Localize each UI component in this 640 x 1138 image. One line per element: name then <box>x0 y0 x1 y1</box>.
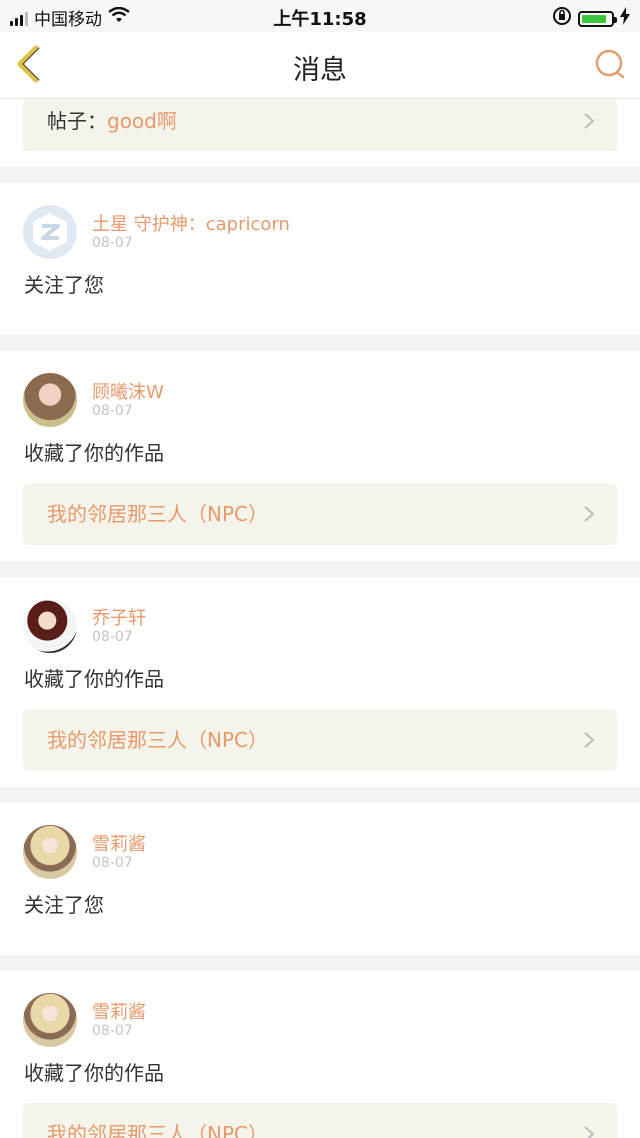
chevron-right-icon <box>584 1126 595 1138</box>
user-avatar[interactable] <box>23 599 77 653</box>
work-link[interactable]: 我的邻居那三人（NPC） <box>23 1103 617 1138</box>
message-card: 顾曦沫W 08-07 收藏了你的作品 我的邻居那三人（NPC） <box>0 351 640 561</box>
message-card: 乔子轩 08-07 收藏了你的作品 我的邻居那三人（NPC） <box>0 577 640 787</box>
work-link[interactable]: 我的邻居那三人（NPC） <box>23 709 617 771</box>
message-card: 帖子：good啊 <box>0 99 640 167</box>
message-date: 08-07 <box>92 855 133 871</box>
user-name[interactable]: 雪莉酱 <box>92 830 146 856</box>
nav-bar: 消息 <box>0 32 640 99</box>
chevron-right-icon <box>584 732 595 748</box>
action-text: 关注了您 <box>24 273 104 297</box>
post-link[interactable]: 帖子：good啊 <box>23 99 617 151</box>
message-date: 08-07 <box>92 1023 133 1039</box>
work-link[interactable]: 我的邻居那三人（NPC） <box>23 483 617 545</box>
search-icon <box>595 49 625 79</box>
action-text: 收藏了你的作品 <box>24 1061 164 1085</box>
message-date: 08-07 <box>92 235 133 251</box>
page-title: 消息 <box>293 55 347 86</box>
action-text: 关注了您 <box>24 893 104 917</box>
user-avatar[interactable] <box>23 825 77 879</box>
user-name[interactable]: 顾曦沫W <box>92 378 164 404</box>
user-name[interactable]: 乔子轩 <box>92 604 146 630</box>
charging-icon <box>620 7 630 30</box>
message-list[interactable]: 帖子：good啊 土星 守护神：capricorn 08-07 关注了您 顾曦沫… <box>0 99 640 1138</box>
work-title: 我的邻居那三人（NPC） <box>47 1122 268 1138</box>
action-text: 收藏了你的作品 <box>24 667 164 691</box>
message-date: 08-07 <box>92 403 133 419</box>
user-name[interactable]: 土星 守护神：capricorn <box>92 210 290 236</box>
orientation-lock-icon <box>552 6 572 31</box>
post-value: good啊 <box>107 109 177 133</box>
default-avatar-icon[interactable] <box>23 205 77 259</box>
status-bar: 中国移动 上午11:58 <box>0 0 640 32</box>
post-label: 帖子： <box>47 109 107 133</box>
work-title: 我的邻居那三人（NPC） <box>47 728 268 752</box>
status-time: 上午11:58 <box>273 9 367 30</box>
message-card: 雪莉酱 08-07 关注了您 <box>0 803 640 955</box>
chevron-right-icon <box>584 113 595 129</box>
status-right <box>552 6 630 31</box>
user-name[interactable]: 雪莉酱 <box>92 998 146 1024</box>
battery-icon <box>578 10 617 27</box>
chevron-right-icon <box>584 506 595 522</box>
message-card: 雪莉酱 08-07 收藏了你的作品 我的邻居那三人（NPC） <box>0 971 640 1138</box>
action-text: 收藏了你的作品 <box>24 441 164 465</box>
work-title: 我的邻居那三人（NPC） <box>47 502 268 526</box>
message-card: 土星 守护神：capricorn 08-07 关注了您 <box>0 183 640 335</box>
search-button[interactable] <box>592 46 628 82</box>
user-avatar[interactable] <box>23 993 77 1047</box>
user-avatar[interactable] <box>23 373 77 427</box>
message-date: 08-07 <box>92 629 133 645</box>
